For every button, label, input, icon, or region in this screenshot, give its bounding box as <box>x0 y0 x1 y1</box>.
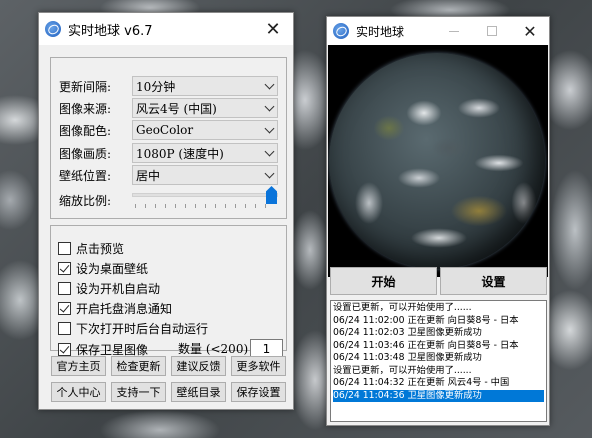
options-group: 点击预览 设为桌面壁纸 设为开机自启动 开启托盘消息通知 下次打开时后台自动运行… <box>50 225 287 358</box>
preview-window-title: 实时地球 <box>356 24 405 39</box>
option-tray-notify[interactable]: 开启托盘消息通知 <box>58 299 172 317</box>
color-scheme-label: 图像配色: <box>59 123 112 138</box>
user-center-button[interactable]: 个人中心 <box>51 382 106 402</box>
option-label: 保存卫星图像 <box>76 342 149 357</box>
image-source-row: 图像来源: <box>59 98 131 118</box>
chevron-down-icon <box>264 101 275 112</box>
check-update-button[interactable]: 检查更新 <box>111 356 166 376</box>
chevron-down-icon <box>264 79 275 90</box>
image-quality-row: 图像画质: <box>59 143 131 163</box>
maximize-icon[interactable] <box>473 17 511 45</box>
settings-window: 实时地球 v6.7 ✕ 更新间隔: 10分钟 图像来源: 风云4号 (中国) 图… <box>38 12 294 410</box>
log-entry-selected[interactable]: 06/24 11:04:36 卫星图像更新成功 <box>333 389 544 402</box>
scale-row: 缩放比例: <box>59 190 131 210</box>
earth-app-icon <box>333 23 349 39</box>
update-interval-label: 更新间隔: <box>59 79 112 94</box>
option-label: 设为桌面壁纸 <box>76 261 149 276</box>
earth-image <box>329 53 545 269</box>
log-entry[interactable]: 06/24 11:02:00 正在更新 向日葵8号 - 日本 <box>333 315 544 328</box>
image-source-label: 图像来源: <box>59 101 112 116</box>
log-list[interactable]: 设置已更新，可以开始使用了...... 06/24 11:02:00 正在更新 … <box>330 300 547 422</box>
image-source-value: 风云4号 (中国) <box>136 101 217 116</box>
color-scheme-value: GeoColor <box>136 123 194 137</box>
settings-button[interactable]: 设置 <box>440 267 547 295</box>
option-label: 设为开机自启动 <box>76 281 161 296</box>
homepage-button[interactable]: 官方主页 <box>51 356 106 376</box>
checkbox[interactable] <box>58 301 71 315</box>
window-controls: ✕ <box>435 17 549 45</box>
wallpaper-position-value: 居中 <box>136 168 161 183</box>
wallpaper-position-label: 壁纸位置: <box>59 168 112 183</box>
checkbox[interactable] <box>58 342 71 356</box>
settings-titlebar[interactable]: 实时地球 v6.7 ✕ <box>39 13 293 45</box>
update-interval-row: 更新间隔: <box>59 76 131 96</box>
wallpaper-position-select[interactable]: 居中 <box>132 165 278 185</box>
option-background-run[interactable]: 下次打开时后台自动运行 <box>58 319 208 337</box>
save-settings-button[interactable]: 保存设置 <box>231 382 286 402</box>
scale-slider-track[interactable] <box>132 193 278 197</box>
window-title: 实时地球 v6.7 <box>68 23 153 39</box>
log-entry[interactable]: 06/24 11:03:46 正在更新 向日葵8号 - 日本 <box>333 340 544 353</box>
image-quality-select[interactable]: 1080P (速度中) <box>132 143 278 163</box>
image-source-select[interactable]: 风云4号 (中国) <box>132 98 278 118</box>
scale-slider-thumb[interactable] <box>266 186 277 204</box>
wallpaper-position-row: 壁纸位置: <box>59 165 131 185</box>
close-icon[interactable]: ✕ <box>253 13 293 45</box>
image-quality-label: 图像画质: <box>59 146 112 161</box>
option-label: 下次打开时后台自动运行 <box>76 321 209 336</box>
log-entry[interactable]: 06/24 11:02:03 卫星图像更新成功 <box>333 327 544 340</box>
checkbox[interactable] <box>58 241 71 255</box>
image-quality-value: 1080P (速度中) <box>136 146 224 161</box>
color-scheme-row: 图像配色: <box>59 120 131 140</box>
update-interval-value: 10分钟 <box>136 79 176 94</box>
preview-window: 实时地球 ✕ 开始 设置 设置已更新，可以开始使用了...... 06/24 1… <box>326 16 550 426</box>
color-scheme-select[interactable]: GeoColor <box>132 120 278 140</box>
start-button[interactable]: 开始 <box>330 267 437 295</box>
feedback-button[interactable]: 建议反馈 <box>171 356 226 376</box>
option-set-wallpaper[interactable]: 设为桌面壁纸 <box>58 259 148 277</box>
settings-group: 更新间隔: 10分钟 图像来源: 风云4号 (中国) 图像配色: GeoColo… <box>50 57 287 219</box>
checkbox[interactable] <box>58 321 71 335</box>
scale-slider-ticks <box>135 204 275 208</box>
option-label: 开启托盘消息通知 <box>76 301 173 316</box>
close-icon[interactable]: ✕ <box>511 17 549 45</box>
chevron-down-icon <box>264 168 275 179</box>
quantity-value: 1 <box>262 341 271 356</box>
scale-label: 缩放比例: <box>59 193 112 208</box>
minimize-icon[interactable] <box>435 17 473 45</box>
option-click-preview[interactable]: 点击预览 <box>58 239 124 257</box>
log-entry[interactable]: 设置已更新，可以开始使用了...... <box>333 302 544 315</box>
update-interval-select[interactable]: 10分钟 <box>132 76 278 96</box>
checkbox[interactable] <box>58 261 71 275</box>
log-entry[interactable]: 06/24 11:03:48 卫星图像更新成功 <box>333 352 544 365</box>
preview-titlebar[interactable]: 实时地球 ✕ <box>327 17 549 45</box>
support-button[interactable]: 支持一下 <box>111 382 166 402</box>
checkbox[interactable] <box>58 281 71 295</box>
earth-preview <box>328 45 548 277</box>
option-autostart[interactable]: 设为开机自启动 <box>58 279 160 297</box>
option-label: 点击预览 <box>76 241 125 256</box>
log-entry[interactable]: 设置已更新，可以开始使用了...... <box>333 365 544 378</box>
log-entry[interactable]: 06/24 11:04:32 正在更新 风云4号 - 中国 <box>333 377 544 390</box>
chevron-down-icon <box>264 146 275 157</box>
chevron-down-icon <box>264 123 275 134</box>
earth-app-icon <box>45 21 61 37</box>
wallpaper-folder-button[interactable]: 壁纸目录 <box>171 382 226 402</box>
more-software-button[interactable]: 更多软件 <box>231 356 286 376</box>
